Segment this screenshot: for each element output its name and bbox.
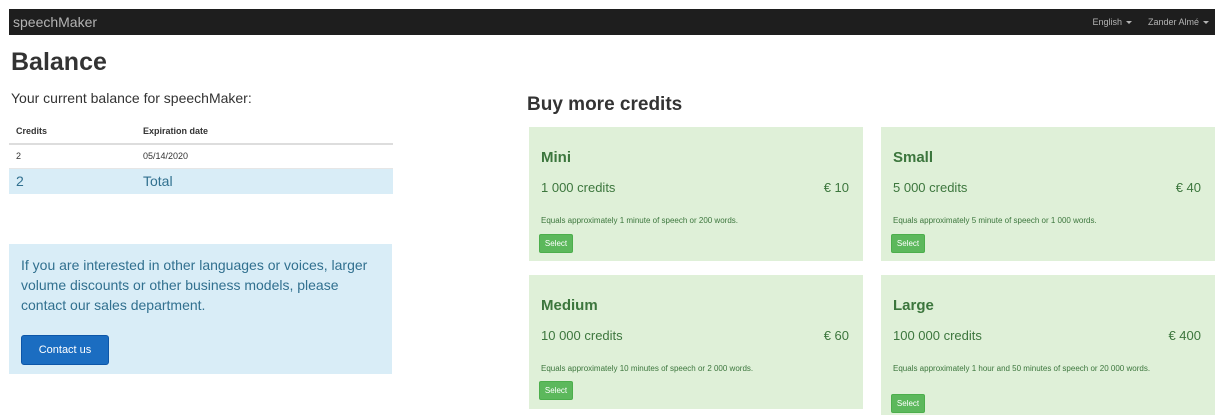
select-small-button[interactable]: Select [891, 234, 925, 253]
package-price: € 10 [823, 180, 849, 195]
package-description: Equals approximately 5 minute of speech … [893, 216, 1097, 225]
select-medium-button[interactable]: Select [539, 381, 573, 400]
language-label: English [1092, 17, 1122, 27]
balance-subtitle: Your current balance for speechMaker: [11, 90, 252, 106]
top-navbar: speechMaker English Zander Almé [9, 9, 1215, 35]
package-credits: 10 000 credits [541, 328, 623, 343]
caret-down-icon [1203, 20, 1209, 24]
navbar-right: English Zander Almé [1076, 9, 1215, 35]
package-card-medium: Medium 10 000 credits € 60 Equals approx… [529, 275, 863, 409]
caret-down-icon [1125, 20, 1132, 24]
contact-us-button[interactable]: Contact us [21, 335, 109, 365]
package-price: € 400 [1168, 328, 1201, 343]
user-name: Zander Almé [1147, 17, 1199, 27]
brand-logo[interactable]: speechMaker [9, 14, 97, 30]
package-description: Equals approximately 1 hour and 50 minut… [893, 364, 1151, 373]
package-price: € 60 [823, 328, 849, 343]
package-credits: 5 000 credits [893, 180, 968, 195]
user-menu-dropdown[interactable]: Zander Almé [1148, 17, 1209, 27]
package-card-small: Small 5 000 credits € 40 Equals approxim… [881, 127, 1215, 261]
package-description: Equals approximately 1 minute of speech … [541, 216, 738, 225]
select-mini-button[interactable]: Select [539, 234, 573, 253]
column-header-expiration: Expiration date [136, 118, 393, 145]
balance-table: Credits Expiration date 2 05/14/2020 2 T… [9, 118, 393, 194]
package-name: Mini [541, 149, 571, 166]
buy-credits-title: Buy more credits [527, 94, 683, 115]
package-card-large: Large 100 000 credits € 400 Equals appro… [881, 275, 1215, 415]
package-price: € 40 [1175, 180, 1201, 195]
contact-info-text: If you are interested in other languages… [21, 257, 368, 313]
package-credits: 1 000 credits [541, 180, 616, 195]
package-credits: 100 000 credits [893, 328, 982, 343]
total-label: Total [136, 168, 393, 194]
contact-info-box: If you are interested in other languages… [9, 244, 392, 374]
select-large-button[interactable]: Select [891, 394, 925, 413]
package-name: Large [893, 297, 934, 314]
table-total-row: 2 Total [9, 168, 393, 194]
language-dropdown[interactable]: English [1092, 17, 1132, 27]
cell-credits: 2 [9, 144, 136, 169]
page-title: Balance [11, 48, 107, 76]
total-credits: 2 [9, 168, 136, 194]
package-card-mini: Mini 1 000 credits € 10 Equals approxima… [529, 127, 863, 261]
package-name: Small [893, 149, 934, 166]
table-row: 2 05/14/2020 [9, 144, 393, 169]
cell-expiration: 05/14/2020 [136, 144, 393, 169]
package-name: Medium [541, 297, 598, 314]
package-description: Equals approximately 10 minutes of speec… [541, 364, 754, 373]
column-header-credits: Credits [9, 118, 136, 145]
table-header-row: Credits Expiration date [9, 118, 393, 145]
